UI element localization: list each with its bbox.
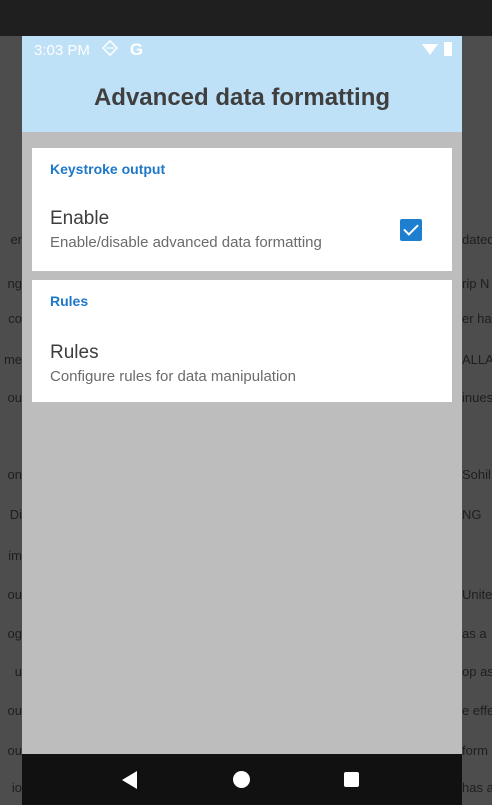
background-text-fragment: u [14, 664, 22, 679]
preference-title: Rules [50, 342, 99, 363]
background-text-fragment: rip N [462, 276, 490, 291]
background-text-fragment: me [3, 352, 22, 367]
background-text-fragment: og [7, 626, 22, 641]
background-text-fragment: ng [7, 276, 22, 291]
section-header: Rules [50, 293, 89, 309]
back-icon[interactable] [122, 771, 137, 789]
background-text-fragment: op as [462, 664, 492, 679]
background-text-fragment: NG [462, 507, 482, 522]
background-text-fragment: ou [7, 743, 22, 758]
background-text-fragment: Unite [462, 587, 492, 602]
background-text-fragment: ALLA [462, 352, 492, 367]
enable-checkbox[interactable] [400, 219, 422, 241]
background-text-fragment: er [10, 232, 22, 247]
preference-summary: Enable/disable advanced data formatting [50, 234, 322, 251]
background-text-fragment: io [11, 780, 22, 795]
recents-icon[interactable] [344, 772, 359, 787]
status-time: 3:03 PM [34, 41, 90, 59]
home-icon[interactable] [233, 771, 250, 788]
background-text-fragment: as a [462, 626, 487, 641]
page-title: Advanced data formatting [93, 84, 391, 111]
background-text-fragment: inues [462, 390, 492, 405]
background-text-fragment: co [8, 311, 22, 326]
background-text-fragment: on [7, 467, 22, 482]
status-bar: 3:03 PM G [22, 36, 462, 64]
app-bar: Advanced data formatting [22, 64, 462, 132]
background-text-fragment: im [8, 548, 22, 563]
background-text-fragment: e effe [462, 703, 492, 718]
background-text-fragment: ou [7, 703, 22, 718]
background-text-fragment: er ha [462, 311, 492, 326]
background-text-fragment: has a [462, 780, 492, 795]
status-right-icons [422, 42, 452, 56]
preference-summary: Configure rules for data manipulation [50, 368, 296, 385]
background-text-fragment: form [462, 743, 488, 758]
background-top-bar [0, 0, 492, 36]
section-header: Keystroke output [50, 161, 166, 177]
background-text-fragment: dated [462, 232, 492, 247]
wifi-icon [422, 43, 438, 55]
sync-diamond-icon [101, 39, 119, 60]
google-icon: G [129, 40, 144, 59]
background-text-fragment: Sohil, [462, 467, 492, 482]
preference-title: Enable [50, 208, 110, 229]
background-text-fragment: Di [9, 507, 22, 522]
background-text-fragment: ou [7, 390, 22, 405]
checkmark-icon [403, 220, 419, 236]
settings-screen: 3:03 PM G Advanced data formatting Keyst… [22, 36, 462, 805]
battery-icon [444, 42, 452, 56]
rules-section: Rules Rules Configure rules for data man… [32, 280, 452, 402]
keystroke-output-section: Keystroke output Enable Enable/disable a… [32, 148, 452, 271]
navigation-bar [22, 754, 462, 805]
background-text-fragment: ou [7, 587, 22, 602]
